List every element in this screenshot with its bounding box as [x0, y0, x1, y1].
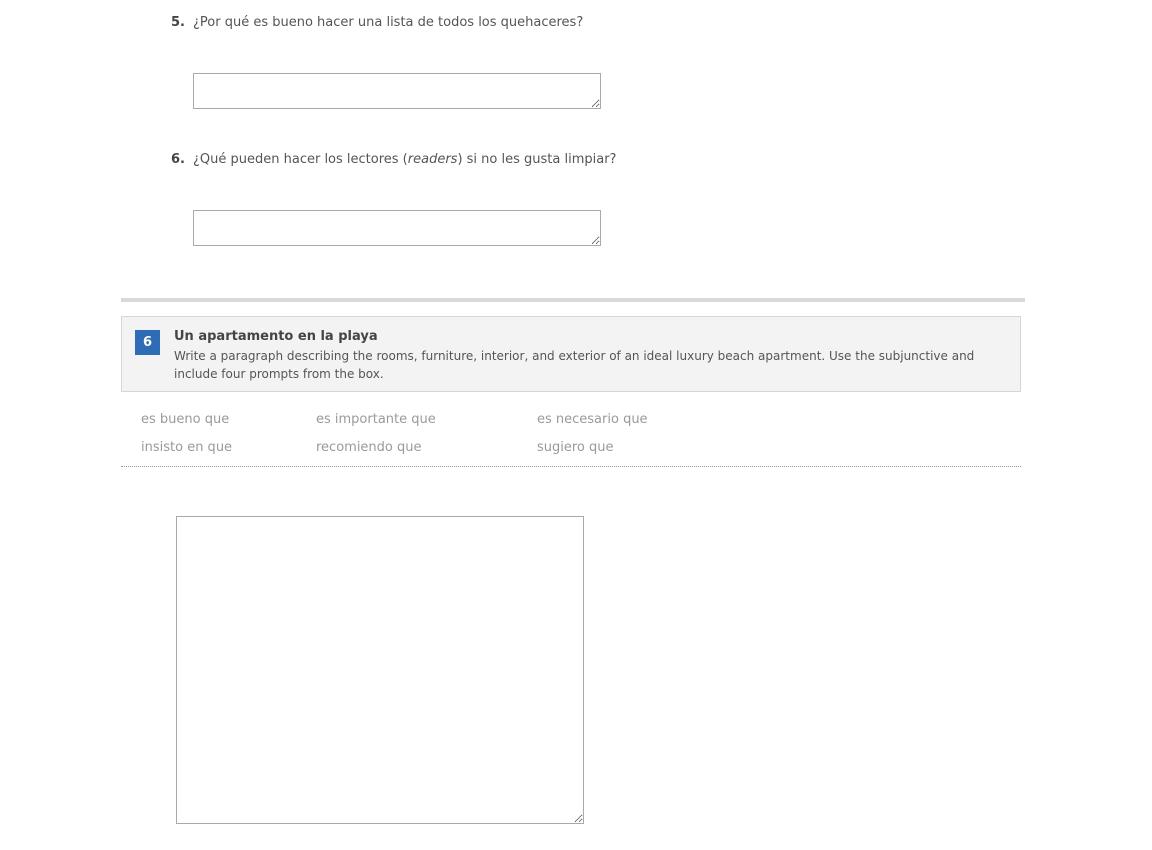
- essay-answer-field[interactable]: [176, 516, 584, 824]
- activity-page: 5. ¿Por qué es bueno hacer una lista de t…: [0, 0, 1152, 850]
- section-divider: [121, 298, 1025, 302]
- answer-field-5[interactable]: [193, 73, 601, 109]
- question-number: 6.: [171, 152, 185, 167]
- prompt-item: recomiendo que: [316, 440, 422, 455]
- prompt-item: sugiero que: [537, 440, 614, 455]
- question-5: 5. ¿Por qué es bueno hacer una lista de t…: [171, 15, 583, 30]
- activity-instructions: Write a paragraph describing the rooms, …: [174, 349, 975, 381]
- prompt-box: es bueno que es importante que es necesa…: [121, 404, 1021, 467]
- prompt-item: es importante que: [316, 412, 436, 427]
- question-text: ¿Por qué es bueno hacer una lista de tod…: [193, 15, 584, 30]
- question-text: ¿Qué pueden hacer los lectores (readers)…: [193, 152, 617, 167]
- prompt-item: es bueno que: [141, 412, 230, 427]
- activity-title: Un apartamento en la playa: [174, 329, 378, 344]
- activity-header: 6 Un apartamento en la playa Write a par…: [121, 316, 1021, 392]
- answer-field-6[interactable]: [193, 210, 601, 246]
- prompt-item: es necesario que: [537, 412, 648, 427]
- question-6: 6. ¿Qué pueden hacer los lectores (reader…: [171, 152, 616, 167]
- question-number: 5.: [171, 15, 185, 30]
- prompt-item: insisto en que: [141, 440, 233, 455]
- question-emphasis: readers: [407, 152, 458, 167]
- activity-number-badge: 6: [135, 330, 160, 355]
